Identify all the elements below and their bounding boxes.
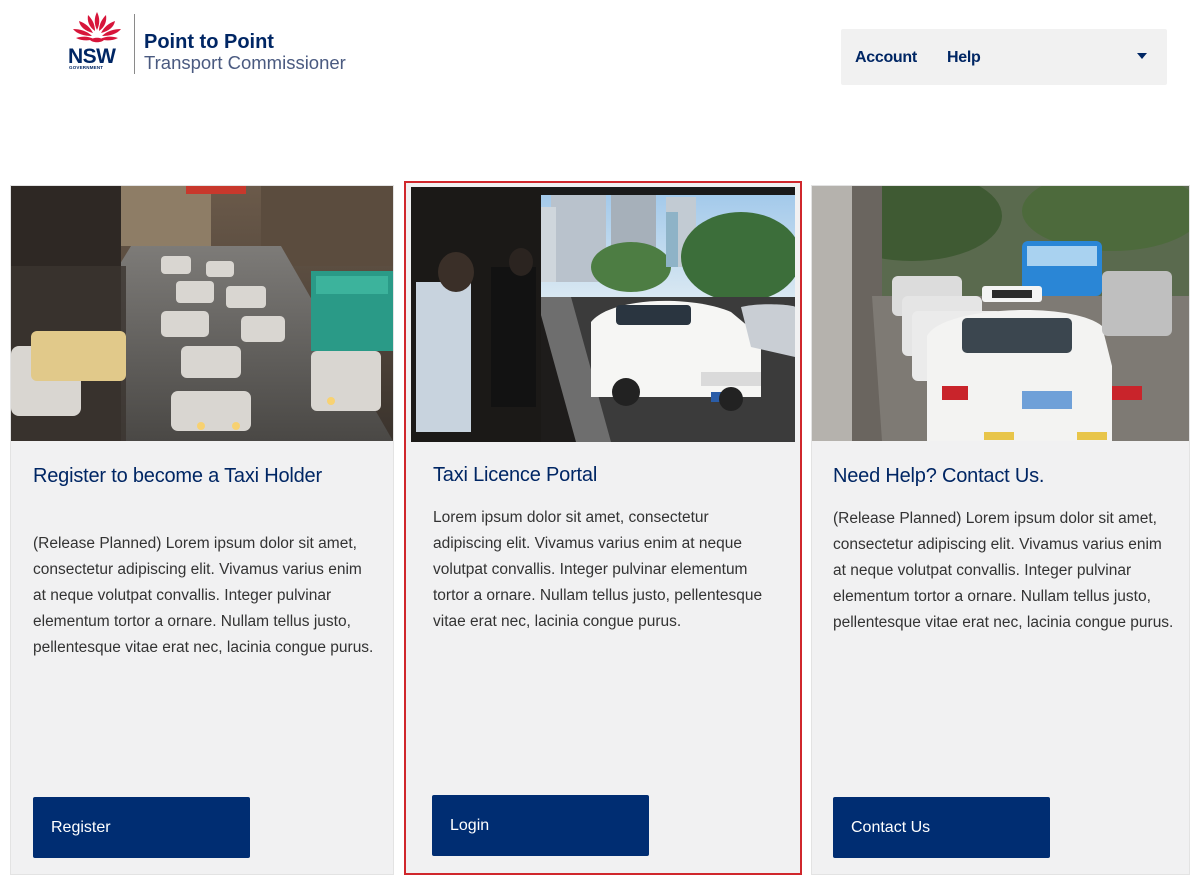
register-card-body: (Release Planned) Lorem ipsum dolor sit … — [33, 535, 374, 656]
contact-card-title: Need Help? Contact Us. — [833, 465, 1045, 487]
portal-card-body: Lorem ipsum dolor sit amet, consectetur … — [433, 509, 763, 630]
contact-card-body: (Release Planned) Lorem ipsum dolor sit … — [833, 510, 1174, 631]
city-traffic-photo — [11, 186, 393, 441]
contact-us-button[interactable]: Contact Us — [833, 797, 1050, 858]
logo-divider — [134, 14, 135, 74]
taxi-rank-image — [411, 187, 795, 442]
register-button[interactable]: Register — [33, 797, 250, 858]
register-card-title: Register to become a Taxi Holder — [33, 465, 322, 487]
nav-account-link[interactable]: Account — [855, 49, 917, 67]
taxi-rank-photo — [411, 187, 795, 442]
register-card: Register to become a Taxi Holder (Releas… — [10, 185, 394, 875]
taxi-licence-portal-card: Taxi Licence Portal Lorem ipsum dolor si… — [404, 181, 802, 875]
contact-card: Need Help? Contact Us. (Release Planned)… — [811, 185, 1190, 875]
taxi-queue-photo — [812, 186, 1189, 441]
dropdown-caret-icon[interactable] — [1137, 53, 1147, 59]
nsw-p2p-logo[interactable]: NSW GOVERNMENT Point to Point Transport … — [66, 10, 346, 76]
top-nav: Account Help — [841, 29, 1167, 85]
nav-help-link[interactable]: Help — [947, 49, 981, 67]
logo-subtitle: Transport Commissioner — [144, 52, 346, 73]
logo-title: Point to Point — [144, 31, 274, 53]
waratah-icon — [73, 12, 121, 43]
logo-text: Point to Point Transport Commissioner — [144, 31, 346, 73]
city-traffic-image — [11, 186, 393, 441]
site-header: NSW GOVERNMENT Point to Point Transport … — [0, 0, 1190, 110]
nsw-government-logo: NSW GOVERNMENT — [66, 10, 128, 76]
portal-card-title: Taxi Licence Portal — [433, 464, 598, 486]
login-button[interactable]: Login — [432, 795, 649, 856]
nsw-wordmark: NSW — [68, 45, 116, 68]
government-wordmark: GOVERNMENT — [69, 65, 104, 70]
taxi-queue-image — [812, 186, 1189, 441]
